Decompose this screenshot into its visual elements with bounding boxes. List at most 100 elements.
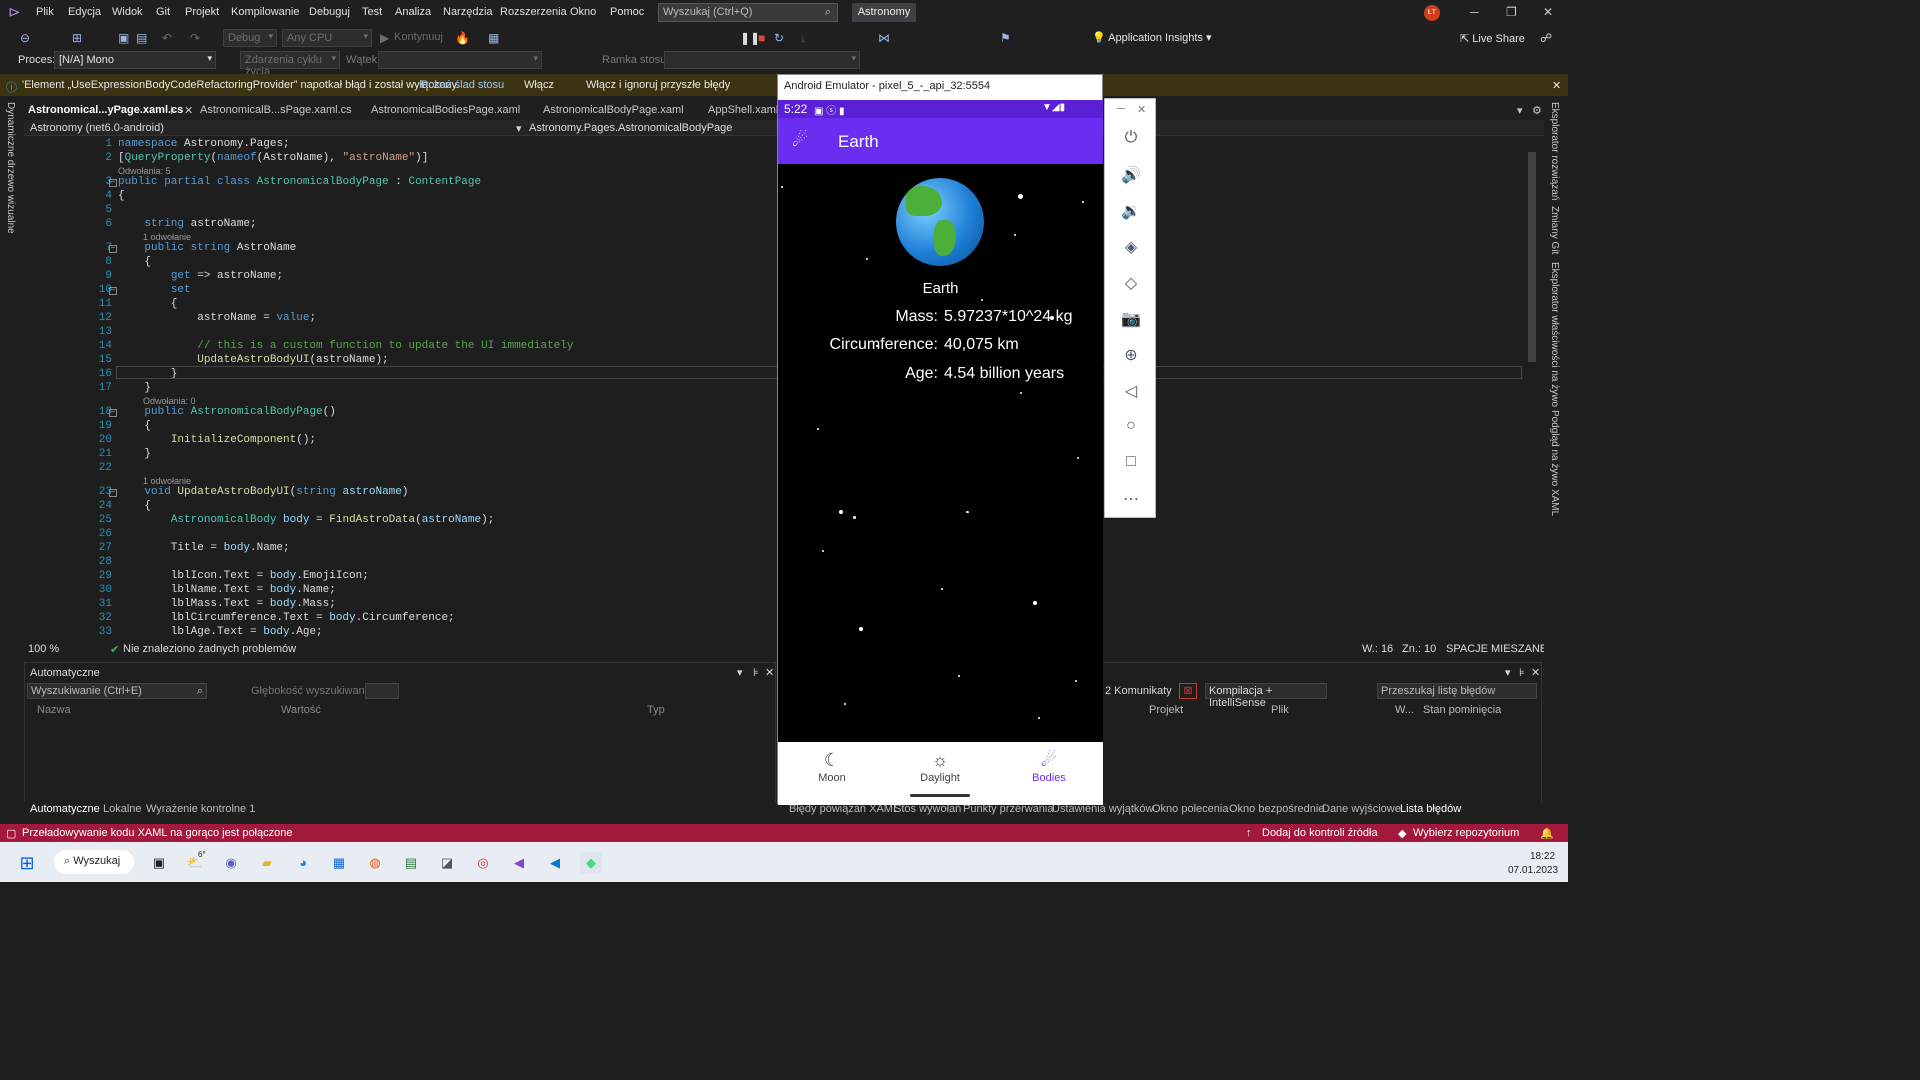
code-line-4[interactable]: {: [118, 190, 125, 202]
code-line-12[interactable]: astroName = value;: [118, 312, 316, 324]
code-line-23[interactable]: void UpdateAstroBodyUI(string astroName): [118, 486, 408, 498]
enable-link[interactable]: Włącz: [524, 79, 554, 91]
code-line-7[interactable]: public string AstroName: [118, 242, 296, 254]
maximize-icon[interactable]: ❐: [1506, 5, 1517, 19]
clock-date[interactable]: 07.01.2023: [1508, 865, 1558, 876]
close-tab-icon[interactable]: ✕: [184, 104, 193, 117]
tab-list-icon[interactable]: ▾: [1517, 104, 1523, 117]
references-lens[interactable]: Odwołania: 0: [143, 396, 196, 406]
stack-frame-select[interactable]: [664, 51, 860, 69]
collapse-toggle[interactable]: −: [109, 245, 117, 253]
error-list-search-input[interactable]: Przeszukaj listę błędów: [1377, 683, 1537, 699]
solution-explorer-tab[interactable]: Eksplorator rozwiązań: [1549, 102, 1560, 200]
enable-ignore-link[interactable]: Włącz i ignoruj przyszłe błędy: [586, 79, 730, 91]
code-line-1[interactable]: namespace Astronomy.Pages;: [118, 138, 290, 150]
emulator-close-icon[interactable]: ✕: [1137, 103, 1146, 116]
home-indicator[interactable]: [910, 794, 970, 797]
phone-screen[interactable]: 5:22 ▣ ⓢ ▮ ▼◢▮ ☄ Earth Earth Mass: 5.972…: [778, 100, 1103, 805]
pin-panel-icon[interactable]: ⊧: [1519, 666, 1525, 679]
tab-appshell[interactable]: AppShell.xaml: [708, 104, 778, 116]
feedback-icon[interactable]: ☍: [1540, 31, 1552, 45]
tab-output[interactable]: Dane wyjściowe: [1322, 803, 1401, 815]
panel-menu-icon[interactable]: ▾: [737, 666, 743, 679]
show-stack-trace-link[interactable]: Pokaż ślad stosu: [421, 79, 504, 91]
tab-body-xaml[interactable]: AstronomicalBodyPage.xaml: [543, 104, 684, 116]
pin-panel-icon[interactable]: ⊧: [753, 666, 759, 679]
close-infobar-icon[interactable]: ✕: [1552, 79, 1561, 92]
code-line-25[interactable]: AstronomicalBody body = FindAstroData(as…: [118, 514, 495, 526]
code-line-18[interactable]: public AstronomicalBodyPage(): [118, 406, 335, 418]
config-select[interactable]: Debug: [223, 29, 277, 47]
menu-pomoc[interactable]: Pomoc: [610, 6, 644, 18]
menu-git[interactable]: Git: [156, 6, 170, 18]
project-dropdown[interactable]: Astronomy (net6.0-android): [30, 122, 164, 134]
back-icon[interactable]: ◁: [1119, 381, 1143, 401]
xaml-live-preview-tab[interactable]: Podgląd na żywo XAML: [1549, 410, 1560, 516]
indent-status[interactable]: SPACJE: [1446, 643, 1488, 655]
hot-reload-status[interactable]: Przeładowywanie kodu XAML na gorąco jest…: [22, 827, 292, 839]
zoom-level[interactable]: 100 %: [28, 643, 59, 655]
collapse-toggle[interactable]: −: [109, 179, 117, 187]
menu-widok[interactable]: Widok: [112, 6, 143, 18]
more-icon[interactable]: ⋯: [1119, 489, 1143, 509]
references-lens[interactable]: Odwołania: 5: [118, 166, 171, 176]
column-suppression[interactable]: Stan pominięcia: [1423, 704, 1501, 716]
tab-command-window[interactable]: Okno polecenia: [1152, 803, 1228, 815]
code-line-31[interactable]: lblMass.Text = body.Mass;: [118, 598, 336, 610]
code-line-19[interactable]: {: [118, 420, 151, 432]
project-dropdown-chevron-icon[interactable]: ▾: [516, 122, 522, 135]
windows-start-icon[interactable]: ⊞: [16, 852, 38, 874]
pin-icon[interactable]: ⊧: [170, 104, 176, 117]
back-icon[interactable]: ⊖: [20, 31, 30, 45]
select-repository[interactable]: Wybierz repozytorium: [1413, 827, 1519, 839]
column-value[interactable]: Wartość: [281, 704, 321, 716]
menu-kompilowanie[interactable]: Kompilowanie: [231, 6, 299, 18]
code-line-29[interactable]: lblIcon.Text = body.EmojiIcon;: [118, 570, 369, 582]
menu-analiza[interactable]: Analiza: [395, 6, 431, 18]
messages-filter[interactable]: 2 Komunikaty: [1105, 685, 1172, 697]
tab-immediate-window[interactable]: Okno bezpośrednie: [1229, 803, 1324, 815]
nav-moon[interactable]: ☾ Moon: [792, 750, 872, 784]
application-insights-button[interactable]: 💡 Application Insights ▾: [1092, 31, 1212, 44]
menu-rozszerzenia[interactable]: Rozszerzenia: [500, 6, 567, 18]
filter-icon[interactable]: ⊠: [1179, 683, 1197, 699]
references-lens[interactable]: 1 odwołanie: [143, 476, 191, 486]
column-file[interactable]: Plik: [1271, 704, 1289, 716]
nav-daylight[interactable]: ☼ Daylight: [900, 750, 980, 784]
taskbar-search[interactable]: ⌕ Wyszukaj: [54, 850, 134, 874]
menu-edycja[interactable]: Edycja: [68, 6, 101, 18]
chrome-icon[interactable]: ◎: [472, 852, 494, 874]
tab-watch[interactable]: Wyrażenie kontrolne 1: [146, 803, 255, 815]
undo-icon[interactable]: ↶: [162, 31, 172, 45]
live-share-button[interactable]: ⇱ Live Share: [1460, 32, 1525, 45]
code-line-15[interactable]: UpdateAstroBodyUI(astroName);: [118, 354, 388, 366]
power-icon[interactable]: ⏻: [1119, 129, 1143, 147]
rotate-right-icon[interactable]: ◇: [1119, 273, 1143, 293]
notifications-icon[interactable]: 🔔: [1540, 827, 1554, 840]
scrollbar-thumb[interactable]: [1528, 152, 1536, 362]
menu-debuguj[interactable]: Debuguj: [309, 6, 350, 18]
code-line-24[interactable]: {: [118, 500, 151, 512]
close-panel-icon[interactable]: ✕: [1531, 666, 1540, 679]
thread-select[interactable]: [378, 51, 542, 69]
bookmark-icon[interactable]: ⚑: [1000, 31, 1011, 45]
settings-gear-icon[interactable]: ⚙: [1532, 104, 1542, 117]
tab-code-behind[interactable]: Astronomical...yPage.xaml.cs: [28, 104, 183, 116]
volume-up-icon[interactable]: 🔊: [1119, 165, 1143, 185]
tab-bodies-xaml[interactable]: AstronomicalBodiesPage.xaml: [371, 104, 520, 116]
code-line-21[interactable]: }: [118, 448, 151, 460]
stop-icon[interactable]: ■: [758, 31, 765, 45]
home-icon[interactable]: ○: [1119, 417, 1143, 435]
code-line-27[interactable]: Title = body.Name;: [118, 542, 290, 554]
code-line-20[interactable]: InitializeComponent();: [118, 434, 316, 446]
emulator-minimize-icon[interactable]: ─: [1117, 103, 1125, 115]
overview-icon[interactable]: □: [1119, 453, 1143, 471]
collapse-toggle[interactable]: −: [109, 409, 117, 417]
search-input[interactable]: Wyszukaj (Ctrl+Q) ⌕: [658, 3, 838, 22]
code-line-3[interactable]: public partial class AstronomicalBodyPag…: [118, 176, 481, 188]
collapse-toggle[interactable]: −: [109, 287, 117, 295]
tab-autos[interactable]: Automatyczne: [30, 803, 100, 815]
column-project[interactable]: Projekt: [1149, 704, 1183, 716]
menu-narzedzia[interactable]: Narzędzia: [443, 6, 493, 18]
clock-time[interactable]: 18:22: [1530, 851, 1555, 862]
